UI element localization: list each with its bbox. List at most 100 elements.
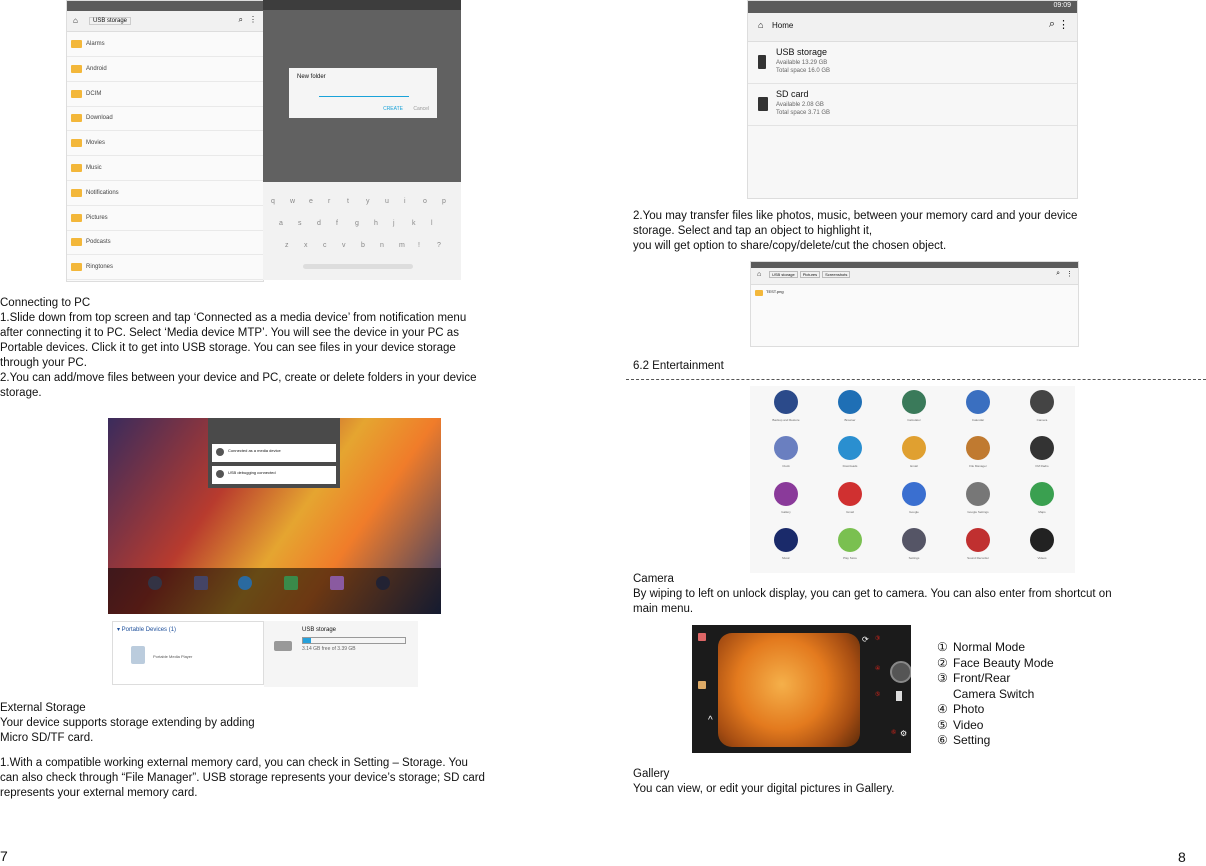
cancel-button[interactable]: Cancel [413,106,429,112]
app-icon-cell[interactable]: Email [884,436,944,476]
key[interactable]: y [366,198,370,205]
menu-icon[interactable]: ⋮ [1066,270,1073,278]
switch-camera-icon[interactable]: ⟳ [862,635,869,644]
key[interactable]: p [442,198,446,205]
notification-item-1[interactable]: Connected as a media device [212,444,336,462]
folder-row[interactable]: Alarms [67,32,263,57]
home-icon[interactable]: ⌂ [758,20,763,30]
search-icon[interactable]: ⌕ [1056,270,1060,278]
dock-icon[interactable] [238,576,252,590]
normal-mode-icon[interactable] [698,633,706,641]
dock-icon[interactable] [148,576,162,590]
folder-row[interactable]: Movies [67,131,263,157]
app-icon-cell[interactable]: Camera [1012,390,1072,430]
folder-row[interactable]: Music [67,156,263,181]
home-icon[interactable]: ⌂ [757,271,761,278]
key[interactable]: a [279,220,283,227]
folder-row[interactable]: Podcasts [67,230,263,256]
folder-name-input[interactable] [319,90,409,97]
breadcrumb-item[interactable]: Pictures [799,271,821,278]
dock-icon[interactable] [376,576,390,590]
key[interactable]: r [328,198,330,205]
app-icon-cell[interactable]: Sound Recorder [948,528,1008,568]
home-breadcrumb[interactable]: Home [772,21,793,30]
app-icon-cell[interactable]: Calendar [948,390,1008,430]
settings-icon[interactable]: ⚙ [900,729,907,738]
usb-storage-row[interactable]: USB storage Available 13.29 GB Total spa… [748,45,1077,84]
app-icon-cell[interactable]: Gmail [820,482,880,522]
search-icon[interactable]: ⌕ [239,15,243,25]
expand-icon[interactable]: ^ [708,715,713,726]
app-icon-cell[interactable]: Videos [1012,528,1072,568]
key[interactable]: b [361,242,365,249]
key[interactable]: t [347,198,349,205]
key[interactable]: l [431,220,433,227]
key[interactable]: ! [418,242,420,249]
key[interactable]: x [304,242,308,249]
face-beauty-icon[interactable] [698,681,706,689]
notification-item-2[interactable]: USB debugging connected [212,466,336,484]
sd-card-row[interactable]: SD card Available 2.08 GB Total space 3.… [748,87,1077,126]
file-row[interactable]: TEST.png [751,287,1078,301]
home-icon[interactable]: ⌂ [73,16,78,25]
app-icon-cell[interactable]: Maps [1012,482,1072,522]
app-icon-cell[interactable]: Downloads [820,436,880,476]
dock-icon[interactable] [330,576,344,590]
video-icon[interactable] [896,691,902,701]
key[interactable]: k [412,220,416,227]
app-icon-cell[interactable]: File Manager [948,436,1008,476]
app-icon-cell[interactable]: Settings [884,528,944,568]
breadcrumb-item[interactable]: Screenshots [822,271,851,278]
app-icon-cell[interactable]: Browser [820,390,880,430]
key[interactable]: ? [437,242,441,249]
key[interactable]: u [385,198,389,205]
folder-row[interactable]: Notifications [67,181,263,206]
dock-icon[interactable] [284,576,298,590]
key[interactable]: z [285,242,289,249]
app-icon-cell[interactable]: FM Radio [1012,436,1072,476]
key[interactable]: g [355,220,359,227]
folder-row[interactable]: Ringtones [67,255,263,281]
key[interactable]: q [271,198,275,205]
key[interactable]: v [342,242,346,249]
folder-row[interactable]: Pictures [67,206,263,231]
key[interactable]: s [298,220,302,227]
key[interactable]: j [393,220,395,227]
search-icon[interactable]: ⌕ [1049,18,1055,31]
photo-shutter-icon[interactable] [890,661,911,683]
key[interactable]: c [323,242,327,249]
key[interactable]: o [423,198,427,205]
connecting-title: Connecting to PC [0,297,91,309]
breadcrumb[interactable]: USB storage [89,17,132,25]
key[interactable]: i [404,198,406,205]
app-icon-cell[interactable]: Calculator [884,390,944,430]
app-label: Email [910,464,918,468]
folder-row[interactable]: DCIM [67,82,263,107]
menu-icon[interactable]: ⋮ [249,15,257,24]
breadcrumb-item[interactable]: USB storage [769,271,798,278]
app-icon-cell[interactable]: Gallery [756,482,816,522]
app-icon-cell[interactable]: Music [756,528,816,568]
space-bar[interactable] [303,264,413,269]
key[interactable]: f [336,220,338,227]
key[interactable]: e [309,198,313,205]
menu-icon[interactable]: ⋮ [1058,18,1069,31]
key[interactable]: w [290,198,295,205]
key[interactable]: n [380,242,384,249]
app-icon-cell[interactable]: Backup and Restore [756,390,816,430]
app-icon-cell[interactable]: Clock [756,436,816,476]
dock-icon[interactable] [194,576,208,590]
app-label: FM Radio [1035,464,1049,468]
app-icon-cell[interactable]: Play Store [820,528,880,568]
app-icon-cell[interactable]: Google [884,482,944,522]
key[interactable]: d [317,220,321,227]
create-button[interactable]: CREATE [383,106,403,112]
key[interactable]: h [374,220,378,227]
folder-label: DCIM [86,90,102,97]
label-3: ③ [875,636,881,642]
app-icon-cell[interactable]: Google Settings [948,482,1008,522]
key[interactable]: m [399,242,405,249]
folder-row[interactable]: Download [67,106,263,132]
drive-icon [274,641,292,651]
folder-row[interactable]: Android [67,57,263,82]
